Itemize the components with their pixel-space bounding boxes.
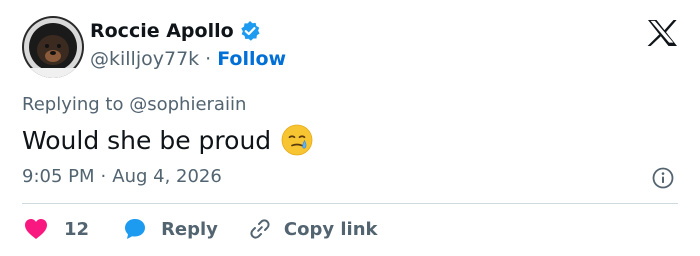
author-name-row: Roccie Apollo bbox=[90, 20, 261, 42]
replying-to: Replying to @sophieraiin bbox=[22, 94, 246, 115]
action-bar: 12 Reply Copy link bbox=[24, 215, 378, 243]
info-icon[interactable] bbox=[652, 167, 674, 189]
verified-badge-icon bbox=[239, 20, 261, 42]
tweet-text: Would she be proud bbox=[22, 125, 272, 155]
heart-icon bbox=[24, 218, 48, 240]
divider bbox=[22, 203, 678, 204]
replying-handle-link[interactable]: @sophieraiin bbox=[129, 94, 246, 115]
timestamp-date[interactable]: Aug 4, 2026 bbox=[112, 166, 222, 187]
follow-button[interactable]: Follow bbox=[217, 48, 286, 70]
speech-bubble-icon bbox=[123, 217, 147, 241]
author-handle[interactable]: @killjoy77k bbox=[90, 48, 199, 70]
replying-prefix: Replying to bbox=[22, 94, 124, 115]
avatar[interactable] bbox=[22, 16, 84, 78]
author-handle-row: @killjoy77k · Follow bbox=[90, 48, 286, 70]
reply-button[interactable]: Reply bbox=[123, 217, 218, 241]
like-count: 12 bbox=[64, 218, 90, 240]
x-logo-icon[interactable] bbox=[647, 19, 678, 47]
reply-label: Reply bbox=[161, 218, 218, 240]
like-button[interactable]: 12 bbox=[24, 218, 89, 240]
author-display-name[interactable]: Roccie Apollo bbox=[90, 20, 234, 42]
tweet-timestamp: 9:05 PM · Aug 4, 2026 bbox=[22, 166, 222, 187]
copy-link-button[interactable]: Copy link bbox=[248, 217, 378, 241]
timestamp-time[interactable]: 9:05 PM bbox=[22, 166, 95, 187]
link-icon bbox=[248, 217, 272, 241]
timestamp-separator: · bbox=[100, 166, 107, 187]
tweet-card: Roccie Apollo @killjoy77k · Follow Reply… bbox=[0, 0, 700, 256]
tweet-text-row: Would she be proud bbox=[22, 124, 313, 156]
copy-link-label: Copy link bbox=[283, 218, 378, 240]
separator-dot: · bbox=[205, 48, 212, 70]
face-holding-back-tears-emoji-icon bbox=[281, 124, 313, 156]
